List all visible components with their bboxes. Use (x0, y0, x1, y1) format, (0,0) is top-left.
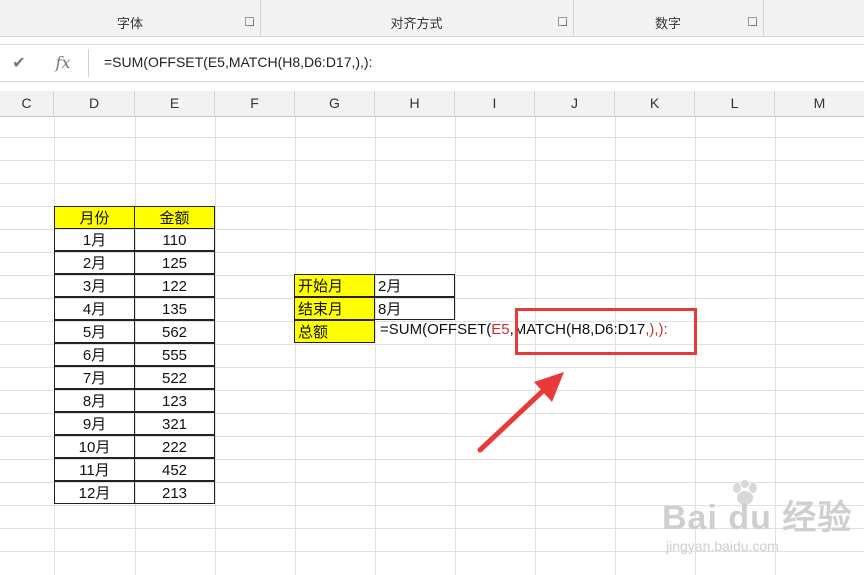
amount-cell[interactable]: 522 (134, 366, 215, 389)
start-month-value[interactable]: 2月 (374, 274, 455, 297)
gridline (0, 183, 864, 184)
amount-cell[interactable]: 222 (134, 435, 215, 458)
ribbon-group-alignment: 对齐方式 (260, 0, 574, 36)
fx-icon[interactable]: fx (48, 51, 78, 75)
amount-cell[interactable]: 562 (134, 320, 215, 343)
column-header-f[interactable]: F (215, 91, 295, 116)
ribbon-group-alignment-label: 对齐方式 (390, 17, 443, 32)
column-header-e[interactable]: E (135, 91, 215, 116)
column-header-g[interactable]: G (295, 91, 375, 116)
baidu-watermark: Bai du 经验 jingyan.baidu.com (662, 480, 862, 572)
amount-cell[interactable]: 122 (134, 274, 215, 297)
column-header-j[interactable]: J (535, 91, 615, 116)
column-header-h[interactable]: H (375, 91, 455, 116)
formula-input[interactable]: =SUM(OFFSET(E5,MATCH(H8,D6:D17,),): (104, 54, 373, 70)
gridline (295, 117, 296, 575)
month-cell[interactable]: 5月 (54, 320, 135, 343)
formula-bar: ✔ fx =SUM(OFFSET(E5,MATCH(H8,D6:D17,),): (0, 44, 864, 82)
check-icon[interactable]: ✔ (4, 51, 34, 75)
month-cell[interactable]: 9月 (54, 412, 135, 435)
number-dialog-launcher-icon[interactable] (748, 17, 757, 26)
gridline (0, 137, 864, 138)
amount-cell[interactable]: 123 (134, 389, 215, 412)
total-label[interactable]: 总额 (294, 320, 375, 343)
gridline (375, 117, 376, 575)
column-header-c[interactable]: C (0, 91, 54, 116)
watermark-sub-text: jingyan.baidu.com (666, 538, 779, 554)
ribbon-group-number: 数字 (573, 0, 764, 36)
alignment-dialog-launcher-icon[interactable] (558, 17, 567, 26)
column-header-l[interactable]: L (695, 91, 775, 116)
column-header-d[interactable]: D (54, 91, 135, 116)
ribbon-group-font-label: 字体 (116, 17, 143, 32)
amount-cell[interactable]: 452 (134, 458, 215, 481)
amount-cell[interactable]: 213 (134, 481, 215, 504)
month-cell[interactable]: 7月 (54, 366, 135, 389)
formula-bar-divider (88, 49, 89, 77)
end-month-value[interactable]: 8月 (374, 297, 455, 320)
month-cell[interactable]: 3月 (54, 274, 135, 297)
ribbon-group-number-label: 数字 (654, 17, 681, 32)
gridline (455, 117, 456, 575)
formula-ref-e5: E5 (491, 321, 510, 338)
watermark-main-text: Bai du 经验 (662, 499, 853, 537)
column-header-i[interactable]: I (455, 91, 535, 116)
amount-cell[interactable]: 321 (134, 412, 215, 435)
column-header-k[interactable]: K (615, 91, 695, 116)
column-header-m[interactable]: M (775, 91, 864, 116)
ribbon-group-font: 字体 (0, 0, 261, 36)
month-cell[interactable]: 6月 (54, 343, 135, 366)
amount-cell[interactable]: 135 (134, 297, 215, 320)
amount-cell[interactable]: 110 (134, 228, 215, 251)
month-cell[interactable]: 1月 (54, 228, 135, 251)
formula-prefix: =SUM(OFFSET( (380, 321, 492, 338)
month-cell[interactable]: 8月 (54, 389, 135, 412)
month-cell[interactable]: 4月 (54, 297, 135, 320)
header-amount-cell[interactable]: 金额 (134, 206, 215, 229)
amount-cell[interactable]: 125 (134, 251, 215, 274)
month-cell[interactable]: 2月 (54, 251, 135, 274)
header-month-cell[interactable]: 月份 (54, 206, 135, 229)
annotation-highlight-box (515, 308, 697, 355)
month-cell[interactable]: 10月 (54, 435, 135, 458)
font-dialog-launcher-icon[interactable] (245, 17, 254, 26)
end-month-label[interactable]: 结束月 (294, 297, 375, 320)
ribbon: 字体 对齐方式 数字 (0, 0, 864, 37)
gridline (215, 117, 216, 575)
start-month-label[interactable]: 开始月 (294, 274, 375, 297)
month-cell[interactable]: 11月 (54, 458, 135, 481)
month-cell[interactable]: 12月 (54, 481, 135, 504)
annotation-arrow-icon (477, 372, 564, 453)
gridline (0, 160, 864, 161)
column-header-row: C D E F G H I J K L M (0, 91, 864, 117)
amount-cell[interactable]: 555 (134, 343, 215, 366)
